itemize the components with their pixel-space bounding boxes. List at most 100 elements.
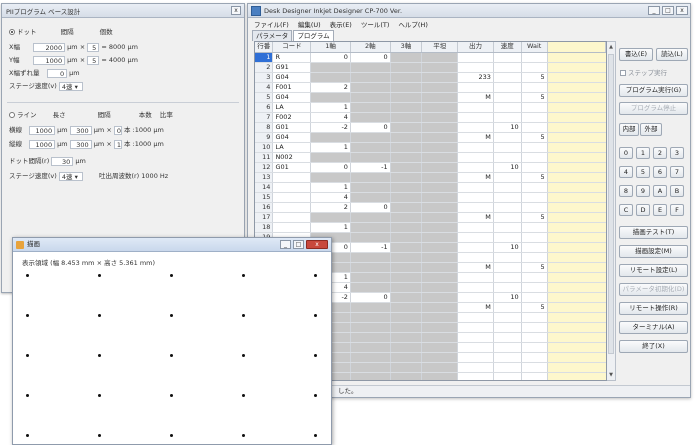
parameter-init-button[interactable]: パラメータ初期化(D) [619,283,688,296]
table-cell[interactable] [421,372,459,380]
row-number-cell[interactable]: 11 [255,152,274,163]
table-cell[interactable] [350,212,391,223]
table-cell[interactable] [310,92,351,103]
table-cell[interactable]: 10 [493,122,522,133]
table-cell[interactable] [457,242,494,253]
hex-key-0[interactable]: 0 [619,147,633,159]
hex-key-e[interactable]: E [653,204,667,216]
table-cell[interactable] [521,362,548,373]
table-cell[interactable]: 10 [493,292,522,303]
table-row[interactable]: 5 G04 M 5 [255,92,606,103]
comment-cell[interactable] [547,92,606,103]
table-cell[interactable] [310,72,351,83]
close-icon[interactable]: x [306,240,328,249]
vertical-interval-input[interactable]: 300 [69,139,92,149]
table-cell[interactable]: 233 [457,72,494,83]
table-cell[interactable] [521,282,548,293]
table-cell[interactable] [421,62,459,73]
close-icon[interactable]: x [231,6,241,15]
table-cell[interactable] [521,292,548,303]
comment-cell[interactable] [547,212,606,223]
table-cell[interactable] [493,62,522,73]
row-number-cell[interactable]: 10 [255,142,274,153]
comment-cell[interactable] [547,142,606,153]
comment-cell[interactable] [547,352,606,363]
table-cell[interactable] [350,82,391,93]
table-row[interactable]: 16 2 0 [255,202,606,213]
table-cell[interactable] [493,202,522,213]
stage-speed2-select[interactable]: 4速 ▾ [58,171,83,181]
table-cell[interactable] [310,132,351,143]
table-cell[interactable] [421,362,459,373]
table-cell[interactable] [421,182,459,193]
table-cell[interactable] [272,172,312,183]
table-cell[interactable] [350,62,391,73]
table-cell[interactable] [521,102,548,113]
row-number-cell[interactable]: 18 [255,222,274,233]
table-cell[interactable] [390,312,423,323]
table-cell[interactable] [421,132,459,143]
exit-button[interactable]: 終了(X) [619,340,688,353]
comment-cell[interactable] [547,372,606,380]
internal-tab[interactable]: 内部 [619,123,639,136]
table-cell[interactable]: 10 [493,162,522,173]
table-cell[interactable] [350,252,391,263]
table-cell[interactable] [521,192,548,203]
stop-program-button[interactable]: プログラム停止 [619,102,688,115]
table-cell[interactable] [350,342,391,353]
table-cell[interactable] [350,182,391,193]
line-mode-radio[interactable] [9,112,15,118]
table-cell[interactable] [350,352,391,363]
row-number-cell[interactable]: 14 [255,182,274,193]
table-cell[interactable] [521,122,548,133]
table-row[interactable]: 14 1 [255,182,606,193]
table-cell[interactable] [457,222,494,233]
x-count-input[interactable]: 5 [87,42,100,52]
table-row[interactable]: 17 M 5 [255,212,606,223]
table-cell[interactable] [421,242,459,253]
table-cell[interactable]: 5 [521,262,548,273]
comment-cell[interactable] [547,152,606,163]
table-cell[interactable] [493,72,522,83]
write-button[interactable]: 書込(E) [619,48,653,61]
table-cell[interactable] [421,292,459,303]
comment-cell[interactable] [547,342,606,353]
table-cell[interactable] [390,212,423,223]
table-cell[interactable] [350,172,391,183]
table-cell[interactable] [390,232,423,243]
comment-cell[interactable] [547,102,606,113]
pattern-canvas[interactable] [14,268,330,444]
table-cell[interactable]: 5 [521,92,548,103]
row-number-cell[interactable]: 4 [255,82,274,93]
table-cell[interactable] [421,162,459,173]
table-cell[interactable] [390,142,423,153]
table-row[interactable]: 6 LA 1 [255,102,606,113]
row-number-cell[interactable]: 6 [255,102,274,113]
read-button[interactable]: 読込(L) [656,48,688,61]
table-cell[interactable]: 10 [493,242,522,253]
comment-cell[interactable] [547,282,606,293]
table-cell[interactable]: 0 [350,52,391,63]
table-cell[interactable] [457,62,494,73]
menu-help[interactable]: ヘルプ(H) [398,19,427,29]
table-row[interactable]: 18 1 [255,222,606,233]
table-cell[interactable]: G01 [272,162,312,173]
stage-speed-select[interactable]: 4速 ▾ [58,81,83,91]
table-cell[interactable]: LA [272,142,312,153]
table-cell[interactable] [493,312,522,323]
table-cell[interactable] [390,62,423,73]
table-cell[interactable]: F002 [272,112,312,123]
table-cell[interactable] [310,152,351,163]
table-cell[interactable] [521,312,548,323]
table-cell[interactable] [457,332,494,343]
table-cell[interactable]: M [457,132,494,143]
minimize-icon[interactable]: _ [648,6,660,15]
table-cell[interactable]: 5 [521,212,548,223]
comment-cell[interactable] [547,272,606,283]
scrollbar-thumb[interactable] [608,54,614,354]
table-cell[interactable] [521,342,548,353]
horizontal-interval-input[interactable]: 300 [69,125,92,135]
comment-cell[interactable] [547,172,606,183]
table-row[interactable]: 15 4 [255,192,606,203]
table-cell[interactable] [350,262,391,273]
